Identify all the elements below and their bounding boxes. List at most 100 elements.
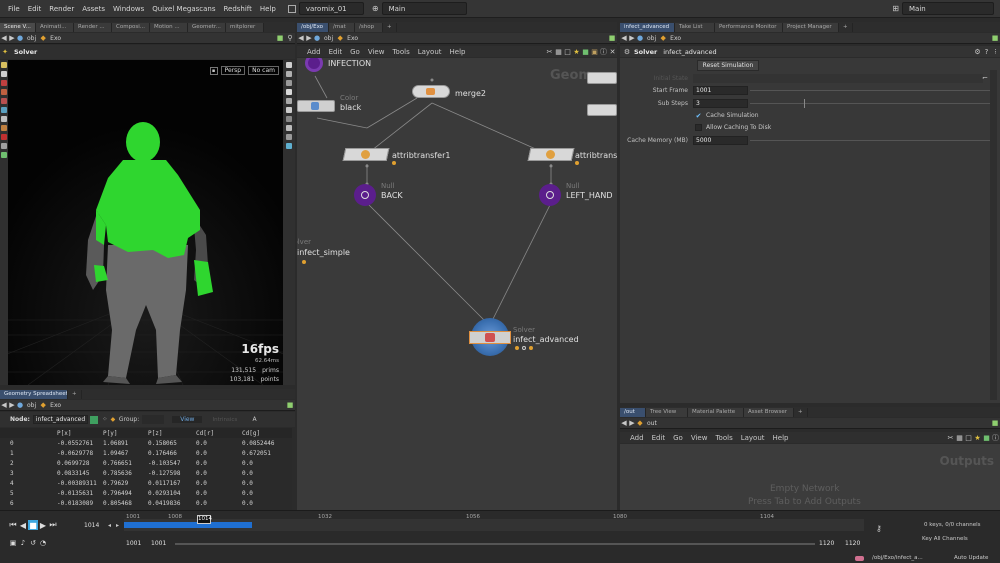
- net-back-icon[interactable]: ◀: [297, 34, 305, 42]
- start-frame-slider[interactable]: [750, 90, 990, 91]
- handle-tool-icon[interactable]: [1, 107, 7, 113]
- scale-tool-icon[interactable]: [1, 98, 7, 104]
- 3d-viewport[interactable]: ▪ Persp No cam 16fps 62.64ms 131,515 pri…: [8, 60, 283, 385]
- tab-shop[interactable]: /shop: [355, 23, 383, 32]
- initial-state-browse-icon[interactable]: ⌐: [982, 74, 990, 82]
- tab-add[interactable]: +: [68, 390, 82, 399]
- out-menu-view[interactable]: View: [691, 434, 708, 442]
- range-slider[interactable]: [175, 543, 815, 545]
- out-info-icon[interactable]: ⓘ: [991, 433, 1000, 443]
- out-menu-layout[interactable]: Layout: [741, 434, 765, 442]
- wireframe-icon[interactable]: [286, 80, 292, 86]
- gear-icon[interactable]: ⚙: [973, 48, 982, 56]
- net-menu-layout[interactable]: Layout: [418, 48, 442, 56]
- sheet-pin-icon[interactable]: ■: [285, 401, 295, 409]
- params-pin-icon[interactable]: ■: [990, 34, 1000, 42]
- display-options-icon[interactable]: [286, 62, 292, 68]
- net-menu-edit[interactable]: Edit: [329, 48, 343, 56]
- points-display-icon[interactable]: [286, 107, 292, 113]
- node-merge2[interactable]: merge2: [412, 80, 512, 104]
- node-attribtrans-right[interactable]: attribtrans: [527, 148, 617, 168]
- sheet-options-icon[interactable]: A: [252, 416, 256, 423]
- out-forward-icon[interactable]: ▶: [628, 419, 636, 427]
- back-arrow-icon[interactable]: ◀: [0, 34, 8, 42]
- menu-edit[interactable]: Edit: [24, 5, 46, 13]
- current-frame-field[interactable]: 1014: [84, 522, 99, 529]
- net-menu-tools[interactable]: Tools: [392, 48, 409, 56]
- pin-icon[interactable]: ■: [275, 34, 285, 42]
- key-icon[interactable]: ⚷: [876, 524, 882, 533]
- timeline-track[interactable]: 1014: [124, 515, 864, 531]
- playhead[interactable]: 1014: [197, 515, 212, 524]
- forward-arrow-icon[interactable]: ▶: [8, 34, 16, 42]
- out-color-icon[interactable]: ■: [982, 434, 991, 442]
- sheet-back-icon[interactable]: ◀: [0, 401, 8, 409]
- ghost-icon[interactable]: [286, 125, 292, 131]
- node-right-edge-mid[interactable]: [587, 104, 617, 116]
- breadcrumb-obj[interactable]: obj: [24, 35, 39, 42]
- snap-grid-icon[interactable]: [286, 134, 292, 140]
- tab-performance-monitor[interactable]: Performance Monitor: [715, 23, 783, 32]
- tab-project-manager[interactable]: Project Manager: [783, 23, 839, 32]
- intrinsics-field[interactable]: Intrinsics: [212, 417, 248, 423]
- no-cam-menu[interactable]: No cam: [248, 66, 279, 75]
- global-start-field[interactable]: 1001: [126, 540, 141, 547]
- shading-icon[interactable]: [286, 71, 292, 77]
- rotate-tool-icon[interactable]: [1, 89, 7, 95]
- node-infection[interactable]: INFECTION: [305, 58, 371, 72]
- net-menu-help[interactable]: Help: [450, 48, 466, 56]
- node-picker-icon[interactable]: [89, 415, 98, 424]
- cache-memory-slider[interactable]: [750, 140, 990, 141]
- range-end-field[interactable]: 1120: [819, 540, 834, 547]
- out-back-icon[interactable]: ◀: [620, 419, 628, 427]
- net-tools-icon[interactable]: ✂: [545, 48, 554, 56]
- tab-mat[interactable]: /mat: [329, 23, 355, 32]
- node-attribtransfer1[interactable]: attribtransfer1: [342, 148, 474, 168]
- tab-mitplorer[interactable]: mitplorer: [226, 23, 264, 32]
- node-infect-simple[interactable]: Solver infect_simple: [297, 238, 369, 268]
- menu-file[interactable]: File: [0, 5, 24, 13]
- out-menu-tools[interactable]: Tools: [715, 434, 732, 442]
- tab-asset-browser[interactable]: Asset Browser: [744, 408, 794, 417]
- play-forward-icon[interactable]: ▶: [38, 520, 48, 530]
- params-breadcrumb-obj[interactable]: obj: [644, 35, 659, 42]
- play-reverse-icon[interactable]: ◀: [18, 520, 28, 530]
- out-box-icon[interactable]: □: [964, 434, 973, 442]
- menu-quixel[interactable]: Quixel Megascans: [148, 5, 219, 13]
- out-star-icon[interactable]: ★: [973, 434, 982, 442]
- view-button[interactable]: View: [172, 416, 203, 423]
- outputs-network[interactable]: Outputs Empty Network Press Tab to Add O…: [620, 444, 1000, 510]
- net-color-icon[interactable]: ■: [581, 48, 590, 56]
- tab-geometry[interactable]: Geometr...: [188, 23, 226, 32]
- menu-windows[interactable]: Windows: [109, 5, 148, 13]
- jump-end-icon[interactable]: ⏭: [48, 520, 58, 530]
- net-box-icon[interactable]: □: [563, 48, 572, 56]
- tab-geometry-spreadsheet[interactable]: Geometry Spreadsheet: [0, 390, 68, 399]
- render-region-icon[interactable]: [1, 152, 7, 158]
- menu-redshift[interactable]: Redshift: [219, 5, 255, 13]
- params-node-name[interactable]: infect_advanced: [663, 48, 716, 56]
- clock-icon[interactable]: ◔: [38, 538, 48, 548]
- node-right-edge-top[interactable]: [587, 72, 617, 84]
- normals-icon[interactable]: [286, 116, 292, 122]
- camera-icon[interactable]: [286, 98, 292, 104]
- out-menu-edit[interactable]: Edit: [652, 434, 666, 442]
- net-grid-icon[interactable]: ▦: [554, 48, 563, 56]
- tab-animation[interactable]: Animati...: [36, 23, 74, 32]
- step-back-icon[interactable]: ◂: [108, 522, 111, 529]
- net-menu-view[interactable]: View: [368, 48, 385, 56]
- node-black[interactable]: Color black: [297, 94, 377, 118]
- net-menu-go[interactable]: Go: [350, 48, 360, 56]
- cache-simulation-checkbox[interactable]: ✔: [695, 112, 702, 120]
- node-left-hand[interactable]: Null LEFT_HAND: [539, 182, 617, 208]
- help-icon[interactable]: ?: [982, 48, 991, 56]
- menu-assets[interactable]: Assets: [78, 5, 109, 13]
- viewport-settings-icon[interactable]: ✦: [0, 48, 10, 56]
- sub-steps-field[interactable]: 3: [693, 99, 748, 108]
- global-end-field[interactable]: 1120: [845, 540, 860, 547]
- stop-icon[interactable]: ■: [28, 520, 38, 530]
- view-tool-icon[interactable]: [1, 71, 7, 77]
- node-infect-advanced[interactable]: Solver infect_advanced: [469, 318, 609, 358]
- net-star-icon[interactable]: ★: [572, 48, 581, 56]
- tab-render[interactable]: Render ...: [74, 23, 112, 32]
